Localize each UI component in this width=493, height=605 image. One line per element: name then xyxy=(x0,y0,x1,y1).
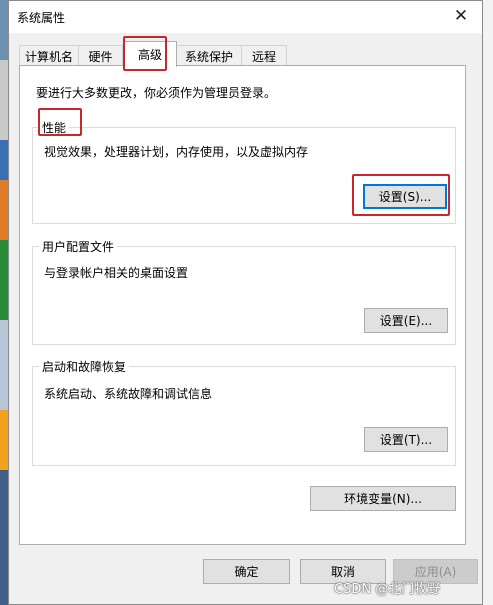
user-profiles-description: 与登录帐户相关的桌面设置 xyxy=(44,266,189,280)
ok-button[interactable]: 确定 xyxy=(203,559,290,584)
performance-group: 性能 视觉效果，处理器计划，内存使用，以及虚拟内存 设置(S)... xyxy=(32,119,456,224)
performance-description: 视觉效果，处理器计划，内存使用，以及虚拟内存 xyxy=(44,145,309,159)
system-properties-dialog: 系统属性 ✕ 计算机名 硬件 高级 系统保护 远程 要进行大多数更改，你必须作为… xyxy=(8,0,483,605)
user-profiles-settings-button[interactable]: 设置(E)... xyxy=(364,308,448,333)
admin-notice: 要进行大多数更改，你必须作为管理员登录。 xyxy=(36,86,277,100)
environment-variables-button[interactable]: 环境变量(N)... xyxy=(310,486,456,511)
tab-system-protection[interactable]: 系统保护 xyxy=(176,45,242,66)
csdn-watermark: CSDN @北门牧野 xyxy=(334,582,441,597)
tab-remote[interactable]: 远程 xyxy=(241,45,287,66)
close-button[interactable]: ✕ xyxy=(440,1,482,31)
performance-title: 性能 xyxy=(39,119,70,136)
advanced-panel: 要进行大多数更改，你必须作为管理员登录。 性能 视觉效果，处理器计划，内存使用，… xyxy=(19,65,466,545)
close-icon: ✕ xyxy=(453,6,469,26)
background-window-right xyxy=(483,0,493,605)
performance-settings-button[interactable]: 设置(S)... xyxy=(363,184,447,209)
startup-recovery-title: 启动和故障恢复 xyxy=(39,358,130,375)
tab-hardware[interactable]: 硬件 xyxy=(78,45,123,66)
user-profiles-title: 用户配置文件 xyxy=(39,238,118,255)
startup-recovery-description: 系统启动、系统故障和调试信息 xyxy=(44,387,213,401)
tab-computer-name[interactable]: 计算机名 xyxy=(19,45,79,66)
startup-recovery-group: 启动和故障恢复 系统启动、系统故障和调试信息 设置(T)... xyxy=(32,358,456,466)
title-bar: 系统属性 ✕ xyxy=(9,1,482,33)
startup-recovery-settings-button[interactable]: 设置(T)... xyxy=(364,427,448,452)
tab-advanced[interactable]: 高级 xyxy=(123,41,177,67)
user-profiles-group: 用户配置文件 与登录帐户相关的桌面设置 设置(E)... xyxy=(32,238,456,345)
window-title: 系统属性 xyxy=(17,11,66,25)
